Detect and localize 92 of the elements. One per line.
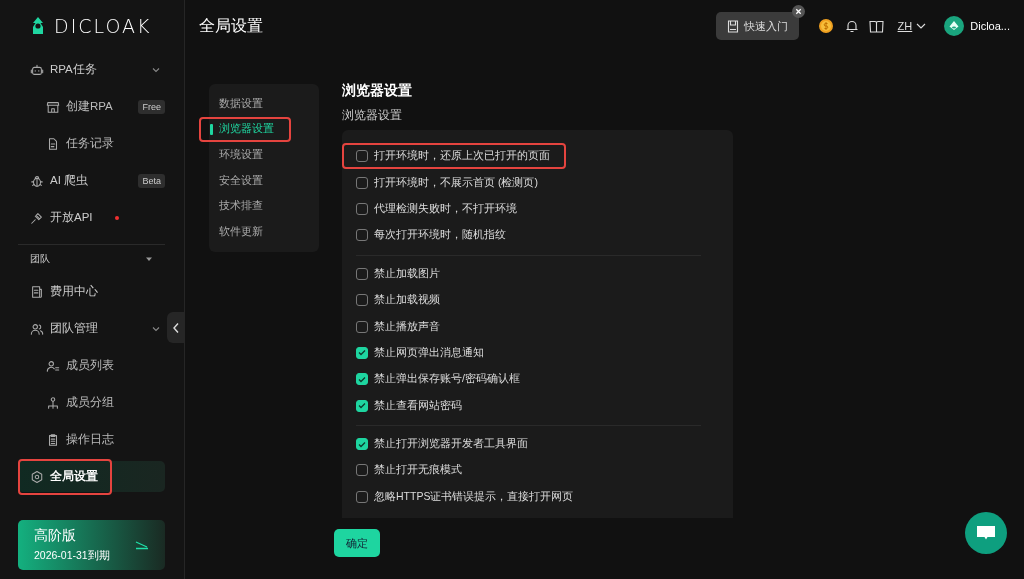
book-icon xyxy=(726,19,739,33)
nav-item[interactable]: 团队管理 xyxy=(18,310,165,347)
quick-start-button[interactable]: 快速入门 xyxy=(715,12,799,40)
chevron-icon xyxy=(172,321,180,334)
settings-menu-item[interactable]: 技术排查 xyxy=(199,193,291,219)
language-selector[interactable]: ZH xyxy=(897,20,927,32)
checkbox-option[interactable]: 禁止查看网站密码 xyxy=(342,392,478,419)
checkbox[interactable] xyxy=(356,490,368,503)
settings-menu-item[interactable]: 数据设置 xyxy=(199,91,291,117)
highlight-frame: 操作日志 xyxy=(34,421,128,458)
nav-item[interactable]: 开放API xyxy=(18,199,165,236)
plan-name: 高阶版 xyxy=(34,527,77,545)
user-name[interactable]: Dicloa... xyxy=(970,20,1010,32)
highlight-frame: 成员分组 xyxy=(34,384,128,421)
checkbox[interactable] xyxy=(356,346,368,359)
checkbox-option[interactable]: 禁止打开无痕模式 xyxy=(342,457,478,484)
section-title: 浏览器设置 xyxy=(342,82,413,100)
nav-item[interactable]: 创建RPA Free xyxy=(18,88,165,125)
checkbox-option[interactable]: 每次打开环境时，随机指纹 xyxy=(342,222,522,249)
nav-item[interactable]: 成员分组 xyxy=(18,384,165,421)
highlight-frame: 费用中心 xyxy=(18,273,112,310)
checkbox[interactable] xyxy=(356,464,368,477)
checkbox-option[interactable]: 打开环境时，不展示首页 (检测页) xyxy=(342,169,554,196)
nav-item[interactable]: 成员列表 xyxy=(18,347,165,384)
brand-name: DICLOAK xyxy=(54,14,152,37)
checkbox[interactable] xyxy=(356,294,368,307)
org-chart-icon xyxy=(46,395,60,410)
clipboard-icon xyxy=(46,432,60,447)
highlight-frame: 开放API xyxy=(18,199,107,236)
section-label: 团队 xyxy=(30,252,50,266)
settings-menu-item[interactable]: 软件更新 xyxy=(199,218,291,245)
highlight-frame: RPA任务 xyxy=(18,51,111,88)
settings-menu-item[interactable]: 环境设置 xyxy=(199,142,291,168)
checkbox[interactable] xyxy=(356,320,368,333)
checkbox[interactable] xyxy=(356,267,368,280)
checkbox[interactable] xyxy=(356,229,368,242)
badge: Beta xyxy=(138,173,165,188)
highlight-frame: 全局设置 xyxy=(18,458,112,495)
nav-item[interactable]: 费用中心 xyxy=(18,273,165,310)
checkbox-option[interactable]: 忽略HTTPS证书错误提示，直接打开网页 xyxy=(342,483,590,511)
plug-icon xyxy=(30,210,44,225)
document-icon xyxy=(46,136,60,151)
checkbox[interactable] xyxy=(356,176,368,189)
nav-item[interactable]: 任务记录 xyxy=(18,125,165,162)
arrow-icon xyxy=(135,540,149,550)
nav-item[interactable]: 全局设置 xyxy=(18,461,165,492)
checkbox[interactable] xyxy=(356,202,368,215)
checkbox-option[interactable]: 禁止播放声音 xyxy=(342,313,456,340)
checkbox-option[interactable]: 代理检测失败时，不打开环境 xyxy=(342,195,533,223)
checkbox-option[interactable]: 禁止网页弹出消息通知 xyxy=(342,339,500,367)
coin-icon[interactable] xyxy=(816,17,835,35)
nav-item[interactable]: AI 爬虫 Beta xyxy=(18,162,165,199)
confirm-button[interactable]: 确定 xyxy=(334,529,380,557)
close-icon[interactable] xyxy=(791,5,805,18)
section-subtitle: 浏览器设置 xyxy=(342,108,403,123)
user-list-icon xyxy=(46,358,60,373)
checkbox-option[interactable]: 禁止加载图片 xyxy=(342,260,456,287)
highlight-frame: 创建RPA xyxy=(34,88,127,125)
store-icon xyxy=(46,99,60,114)
robot-icon xyxy=(30,62,44,77)
plan-card[interactable]: 高阶版 2026-01-31到期 xyxy=(18,520,165,570)
caret-icon[interactable] xyxy=(145,255,153,263)
plan-expiry: 2026-01-31到期 xyxy=(34,549,110,563)
checkbox-option[interactable]: 打开环境时，还原上次已打开的页面 xyxy=(342,143,566,170)
settings-icon xyxy=(30,469,44,484)
checkbox-option[interactable]: 禁止打开浏览器开发者工具界面 xyxy=(342,430,544,458)
checkbox[interactable] xyxy=(356,399,368,412)
bell-icon[interactable] xyxy=(844,19,859,33)
highlight-frame: 团队管理 xyxy=(18,310,112,347)
page-title: 全局设置 xyxy=(199,15,263,36)
chevron-icon xyxy=(916,22,927,30)
collapse-button[interactable] xyxy=(167,312,185,343)
avatar-icon[interactable] xyxy=(944,16,965,36)
receipt-icon xyxy=(30,284,44,299)
checkbox[interactable] xyxy=(356,373,368,386)
users-icon xyxy=(30,321,44,336)
checkbox-option[interactable]: 禁止弹出保存账号/密码确认框 xyxy=(342,366,536,393)
settings-menu-item[interactable]: 浏览器设置 xyxy=(199,116,291,143)
settings-menu-item[interactable]: 安全设置 xyxy=(199,167,291,194)
highlight-frame: 成员列表 xyxy=(34,347,128,384)
bug-icon xyxy=(30,173,44,188)
highlight-frame: AI 爬虫 xyxy=(18,162,103,199)
nav-item[interactable]: 操作日志 xyxy=(18,421,165,458)
checkbox-option[interactable]: 禁止加载视频 xyxy=(342,286,456,314)
highlight-frame: 任务记录 xyxy=(34,125,128,162)
nav-item[interactable]: RPA任务 xyxy=(18,51,165,88)
badge: Free xyxy=(138,99,165,114)
checkbox[interactable] xyxy=(356,150,368,163)
chat-icon xyxy=(976,525,996,541)
open-book-icon[interactable] xyxy=(868,19,884,33)
chat-button[interactable] xyxy=(965,512,1007,554)
checkbox[interactable] xyxy=(356,438,368,451)
